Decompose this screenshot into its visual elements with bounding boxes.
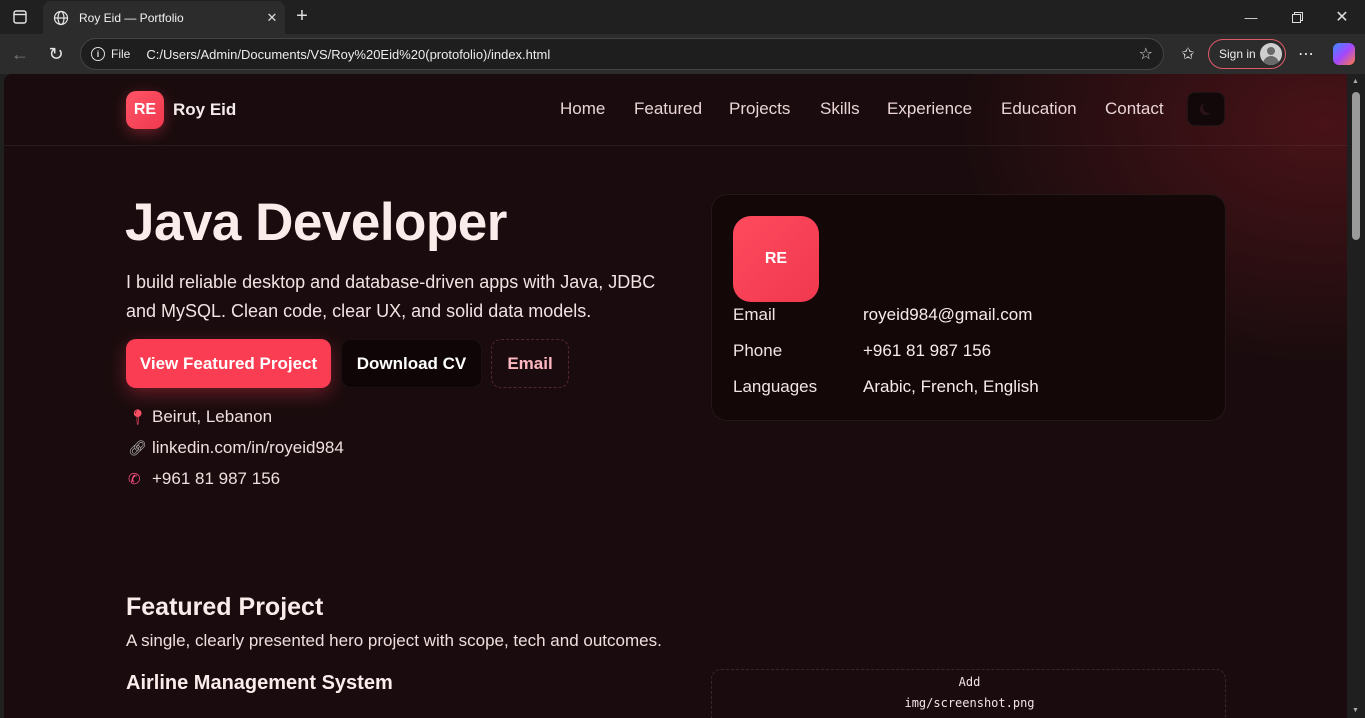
site-header: RE Roy Eid Home Featured Projects Skills… (4, 74, 1347, 146)
scroll-up-arrow-icon[interactable]: ▲ (1352, 78, 1359, 85)
address-url[interactable]: C:/Users/Admin/Documents/VS/Roy%20Eid%20… (146, 47, 1138, 62)
email-value[interactable]: royeid984@gmail.com (863, 305, 1032, 325)
nav-education[interactable]: Education (1001, 99, 1077, 119)
brand-name[interactable]: Roy Eid (173, 100, 236, 120)
close-window-button[interactable]: ✕ (1319, 0, 1365, 34)
hero-description: I build reliable desktop and database-dr… (126, 272, 656, 321)
address-bar-row: ← ↻ i File C:/Users/Admin/Documents/VS/R… (0, 34, 1365, 74)
project-title: Airline Management System (126, 672, 393, 694)
copilot-icon[interactable] (1333, 43, 1355, 65)
nav-featured[interactable]: Featured (634, 99, 702, 119)
new-tab-button[interactable]: + (290, 4, 314, 28)
active-tab[interactable]: Roy Eid — Portfolio ✕ (43, 1, 285, 34)
hero-title: Java Developer (125, 193, 507, 252)
phone-icon: ✆ (128, 471, 141, 488)
nav-skills[interactable]: Skills (820, 99, 860, 119)
refresh-button[interactable]: ↻ (41, 39, 71, 69)
email-button[interactable]: Email (491, 339, 569, 388)
favorite-star-icon[interactable]: ☆ (1139, 44, 1153, 64)
phone-text[interactable]: +961 81 987 156 (152, 469, 280, 489)
screenshot-placeholder-line-1: Add (958, 675, 981, 689)
linkedin-text[interactable]: linkedin.com/in/royeid984 (152, 438, 344, 458)
minimize-button[interactable]: — (1228, 0, 1274, 34)
more-menu-icon[interactable]: ⋯ (1291, 39, 1321, 69)
location-pin-icon: 📍︎ (128, 409, 148, 426)
back-button[interactable]: ← (5, 39, 35, 69)
close-tab-icon[interactable]: ✕ (259, 10, 285, 26)
address-bar[interactable]: i File C:/Users/Admin/Documents/VS/Roy%2… (80, 38, 1164, 70)
scroll-down-arrow-icon[interactable]: ▼ (1352, 707, 1359, 714)
profile-avatar-icon (1260, 43, 1282, 65)
phone-value[interactable]: +961 81 987 156 (863, 341, 991, 361)
view-featured-project-button[interactable]: View Featured Project (126, 339, 331, 388)
profile-card: RE Email royeid984@gmail.com Phone +961 … (711, 194, 1226, 421)
tab-title: Roy Eid — Portfolio (79, 10, 184, 25)
phone-line[interactable]: ✆ +961 81 987 156 (128, 469, 280, 489)
favorites-icon[interactable]: ✩ (1173, 39, 1203, 69)
nav-projects[interactable]: Projects (729, 99, 790, 119)
address-scheme-label: File (111, 47, 131, 61)
location-text: Beirut, Lebanon (152, 407, 273, 426)
link-icon: 🔗︎ (128, 440, 148, 457)
theme-toggle-button[interactable] (1187, 92, 1225, 126)
languages-value: Arabic, French, English (863, 377, 1039, 396)
screenshot-placeholder-line-2: img/screenshot.png (904, 696, 1035, 710)
phone-key: Phone (733, 341, 783, 360)
nav-home[interactable]: Home (560, 99, 605, 119)
tab-actions-icon[interactable] (9, 7, 31, 27)
restore-button[interactable] (1274, 0, 1320, 34)
linkedin-line[interactable]: 🔗︎ linkedin.com/in/royeid984 (128, 438, 344, 458)
featured-section-subtitle: A single, clearly presented hero project… (126, 631, 662, 650)
languages-key: Languages (733, 377, 818, 396)
download-cv-button[interactable]: Download CV (341, 339, 482, 388)
globe-icon (53, 10, 69, 25)
screenshot-placeholder: Add img/screenshot.png (711, 669, 1226, 718)
browser-tab-bar: Roy Eid — Portfolio ✕ + — ✕ (0, 0, 1365, 34)
featured-section-title: Featured Project (126, 593, 324, 621)
sign-in-label: Sign in (1219, 47, 1256, 61)
email-key: Email (733, 305, 776, 324)
nav-contact[interactable]: Contact (1105, 99, 1164, 119)
logo-badge[interactable]: RE (126, 91, 164, 129)
nav-experience[interactable]: Experience (887, 99, 972, 119)
page-scrollbar[interactable]: ▲ ▼ (1347, 74, 1365, 718)
profile-avatar: RE (733, 216, 819, 302)
location-line: 📍︎ Beirut, Lebanon (128, 407, 272, 427)
page-viewport: RE Roy Eid Home Featured Projects Skills… (4, 74, 1347, 718)
info-icon[interactable]: i (91, 47, 105, 61)
scrollbar-thumb[interactable] (1352, 92, 1360, 240)
sign-in-button[interactable]: Sign in (1208, 39, 1286, 69)
moon-icon (1203, 101, 1215, 113)
